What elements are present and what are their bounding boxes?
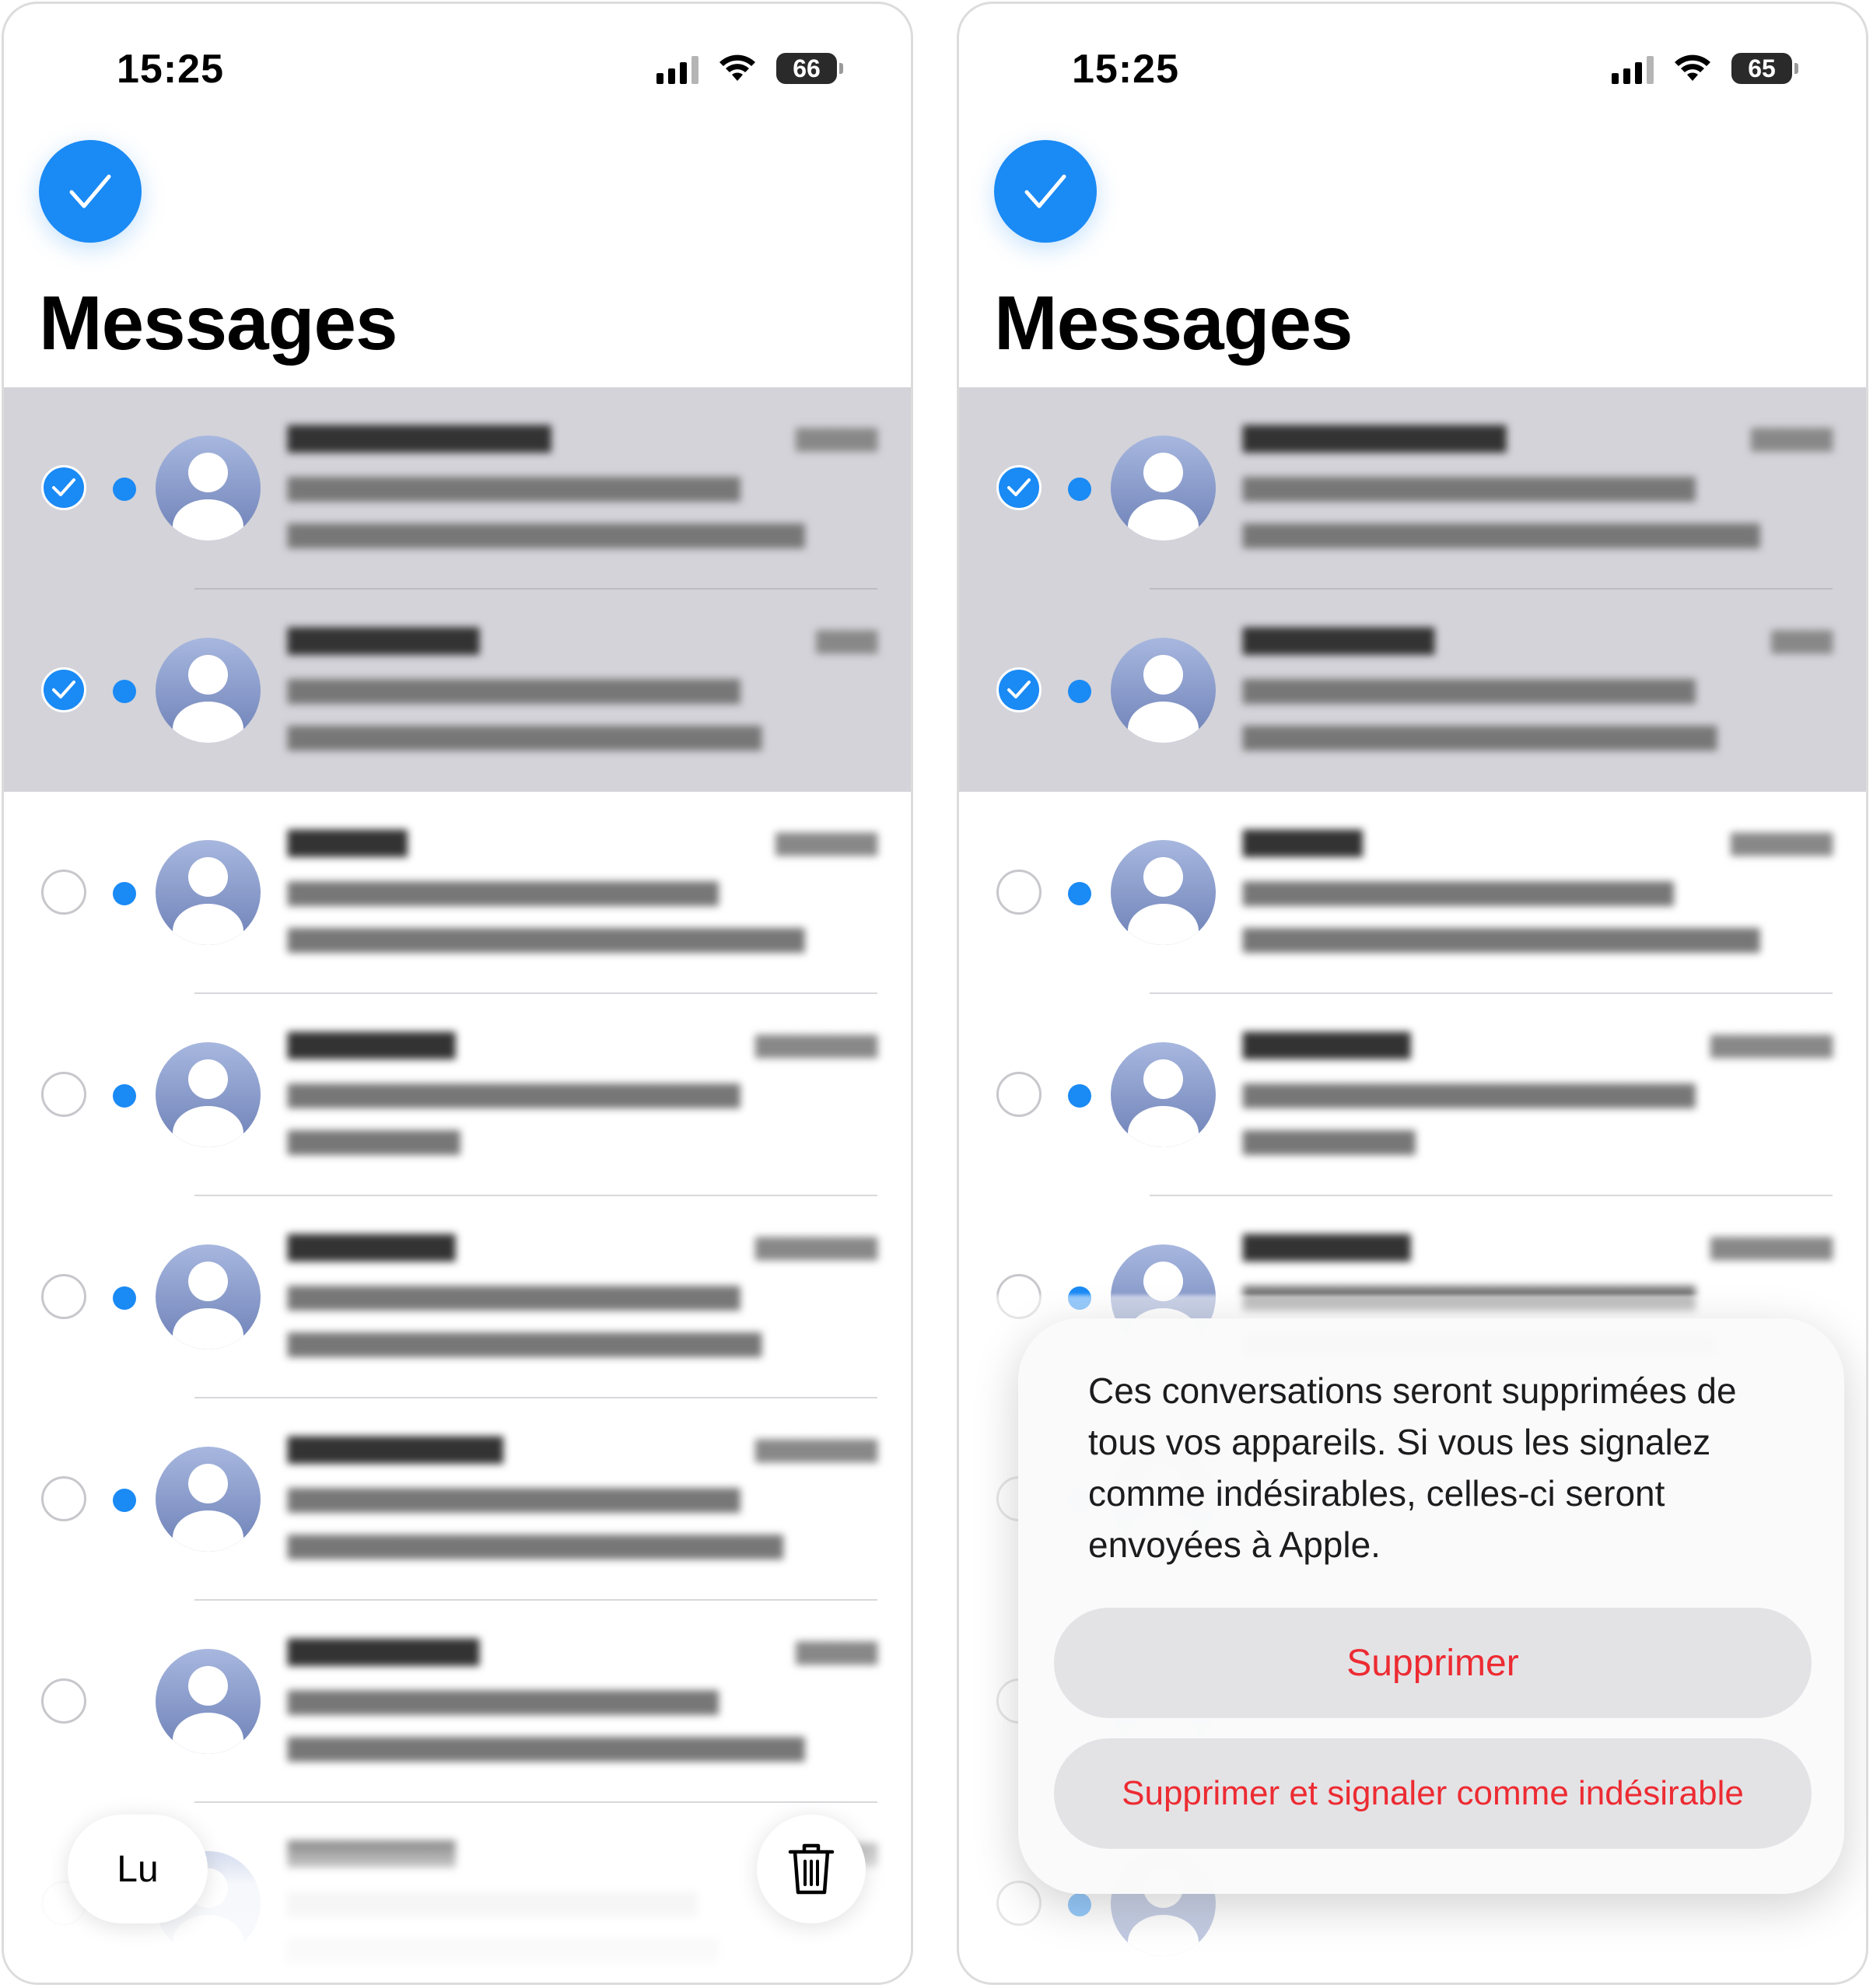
selection-checkbox[interactable] xyxy=(996,667,1042,712)
unread-dot xyxy=(1068,882,1091,905)
checkmark-icon xyxy=(52,478,75,496)
wifi-icon xyxy=(1674,54,1711,82)
unread-dot xyxy=(113,882,136,905)
delete-confirmation-sheet: Ces conversations seront supprimées de t… xyxy=(1018,1318,1844,1894)
status-time: 15:25 xyxy=(1072,47,1179,92)
wifi-icon xyxy=(719,54,756,82)
selection-checkbox[interactable] xyxy=(41,1476,86,1521)
blurred-conversation-content: ▆▆▆▆▆▆▆▆▆▆▆▆▆▆▆▆▆▆▆▆▆▆▆▆▆▆▆▆▆▆▆▆▆▆▆▆▆▆▆▆… xyxy=(288,418,877,548)
selection-checkbox[interactable] xyxy=(41,465,86,510)
person-avatar-icon xyxy=(156,1042,261,1147)
blurred-conversation-content: ▆▆▆▆▆▆▆▆▆▆▆▆▆▆▆▆▆▆▆▆▆▆▆▆▆▆▆▆▆▆▆▆▆▆▆▆▆▆▆▆… xyxy=(1243,822,1833,952)
blurred-conversation-content: ▆▆▆▆▆▆▆▆▆▆▆▆▆▆▆▆▆▆▆▆▆▆▆▆▆▆▆▆▆▆▆▆▆▆▆▆▆▆▆▆… xyxy=(1243,418,1833,548)
checkmark-icon xyxy=(69,174,111,208)
conversation-row[interactable]: ▆▆▆▆▆▆▆▆▆▆▆▆▆▆▆▆▆▆▆▆▆▆▆▆▆▆▆▆▆▆▆▆▆▆▆▆▆▆▆▆… xyxy=(959,994,1866,1196)
status-icons: 66 xyxy=(656,51,843,86)
page-title: Messages xyxy=(39,280,398,366)
person-avatar-icon xyxy=(156,1447,261,1552)
person-avatar-icon xyxy=(156,638,261,743)
person-avatar-icon xyxy=(1111,840,1216,945)
unread-dot xyxy=(113,680,136,703)
delete-and-report-junk-button[interactable]: Supprimer et signaler comme indésirable xyxy=(1054,1738,1812,1849)
blurred-conversation-content: ▆▆▆▆▆▆▆▆▆▆▆▆▆▆▆▆▆▆▆▆▆▆▆▆▆▆▆▆▆▆▆▆▆▆▆▆▆▆▆▆… xyxy=(288,1024,877,1154)
person-avatar-icon xyxy=(1111,1042,1216,1147)
conversation-list: ▆▆▆▆▆▆▆▆▆▆▆ ▆▆▆▆ ▆▆▆▆▆▆▆▆▆▆▆▆▆▆▆▆▆▆▆▆▆ ▆▆▆▆… xyxy=(4,387,911,1983)
person-avatar-icon xyxy=(156,1649,261,1754)
delete-button[interactable] xyxy=(757,1815,866,1923)
checkmark-icon xyxy=(1007,681,1031,698)
person-avatar-icon xyxy=(156,1244,261,1349)
conversation-row[interactable]: ▆▆▆▆▆▆▆▆▆▆▆▆▆▆▆▆▆▆▆▆▆▆▆▆▆▆▆▆▆▆▆▆▆▆▆▆▆▆▆▆… xyxy=(4,1398,911,1601)
selection-checkbox[interactable] xyxy=(996,870,1042,915)
checkmark-icon xyxy=(1007,478,1031,496)
conversation-row[interactable]: ▆▆▆▆▆▆▆▆▆▆▆▆▆▆▆▆▆▆▆▆▆▆▆▆▆▆▆▆▆▆▆▆▆▆▆▆▆▆▆▆… xyxy=(4,792,911,994)
phone-screen-right: 15:25 65 Messages ▆▆▆▆▆▆▆▆▆▆▆ ▆▆▆▆ ▆▆▆▆▆▆▆… xyxy=(957,2,1868,1985)
mark-read-button[interactable]: Lu xyxy=(68,1815,208,1923)
person-avatar-icon xyxy=(1111,436,1216,541)
delete-button[interactable]: Supprimer xyxy=(1054,1608,1812,1718)
blurred-conversation-content: ▆▆▆▆▆▆▆▆▆▆▆▆▆▆▆▆▆▆▆▆▆▆▆▆▆▆▆▆▆▆▆▆▆▆▆▆▆▆▆▆… xyxy=(1243,1024,1833,1154)
selection-checkbox[interactable] xyxy=(41,1678,86,1724)
conversation-row[interactable]: ▆▆▆▆▆▆▆▆▆▆▆▆▆▆▆▆▆▆▆▆▆▆▆▆▆▆▆▆▆▆▆▆▆▆▆▆▆▆▆▆… xyxy=(4,1601,911,1803)
conversation-row[interactable]: ▆▆▆▆▆▆▆▆▆▆▆▆▆▆▆▆▆▆▆▆▆▆▆▆▆▆▆▆▆▆▆▆▆▆▆▆▆▆▆▆… xyxy=(4,590,911,792)
checkmark-icon xyxy=(52,681,75,698)
battery-icon: 65 xyxy=(1731,53,1798,84)
checkmark-icon xyxy=(1024,174,1066,208)
bottom-toolbar: Lu xyxy=(4,1804,911,1983)
phone-screen-left: 15:25 66 Messages ▆▆▆▆▆▆▆▆▆▆▆ ▆▆▆▆ ▆▆▆▆▆▆▆… xyxy=(2,2,913,1985)
unread-dot xyxy=(1068,478,1091,501)
blurred-conversation-content: ▆▆▆▆▆▆▆▆▆▆▆▆▆▆▆▆▆▆▆▆▆▆▆▆▆▆▆▆▆▆▆▆▆▆▆▆▆▆▆▆… xyxy=(288,620,877,750)
conversation-row[interactable]: ▆▆▆▆▆▆▆▆▆▆▆▆▆▆▆▆▆▆▆▆▆▆▆▆▆▆▆▆▆▆▆▆▆▆▆▆▆▆▆▆… xyxy=(4,994,911,1196)
trash-icon xyxy=(788,1843,835,1895)
person-avatar-icon xyxy=(156,436,261,541)
person-avatar-icon xyxy=(156,840,261,945)
page-title: Messages xyxy=(994,280,1353,366)
unread-dot xyxy=(113,1489,136,1512)
conversation-row[interactable]: ▆▆▆▆▆▆▆▆▆▆▆▆▆▆▆▆▆▆▆▆▆▆▆▆▆▆▆▆▆▆▆▆▆▆▆▆▆▆▆▆… xyxy=(4,1196,911,1398)
conversation-row[interactable]: ▆▆▆▆▆▆▆▆▆▆▆▆▆▆▆▆▆▆▆▆▆▆▆▆▆▆▆▆▆▆▆▆▆▆▆▆▆▆▆▆… xyxy=(4,387,911,590)
unread-dot xyxy=(1068,1084,1091,1108)
unread-dot xyxy=(1068,680,1091,703)
select-all-button[interactable] xyxy=(39,140,142,243)
battery-icon: 66 xyxy=(776,53,843,84)
signal-icon xyxy=(656,53,698,84)
blurred-conversation-content: ▆▆▆▆▆▆▆▆▆▆▆▆▆▆▆▆▆▆▆▆▆▆▆▆▆▆▆▆▆▆▆▆▆▆▆▆▆▆▆▆… xyxy=(288,822,877,952)
status-icons: 65 xyxy=(1612,51,1798,86)
signal-icon xyxy=(1612,53,1654,84)
conversation-row[interactable]: ▆▆▆▆▆▆▆▆▆▆▆▆▆▆▆▆▆▆▆▆▆▆▆▆▆▆▆▆▆▆▆▆▆▆▆▆▆▆▆▆… xyxy=(959,387,1866,590)
blurred-conversation-content: ▆▆▆▆▆▆▆▆▆▆▆▆▆▆▆▆▆▆▆▆▆▆▆▆▆▆▆▆▆▆▆▆▆▆▆▆▆▆▆▆… xyxy=(1243,620,1833,750)
confirmation-message: Ces conversations seront supprimées de t… xyxy=(1088,1370,1737,1565)
unread-dot xyxy=(113,478,136,501)
conversation-row[interactable]: ▆▆▆▆▆▆▆▆▆▆▆▆▆▆▆▆▆▆▆▆▆▆▆▆▆▆▆▆▆▆▆▆▆▆▆▆▆▆▆▆… xyxy=(959,590,1866,792)
blurred-conversation-content: ▆▆▆▆▆▆▆▆▆▆▆▆▆▆▆▆▆▆▆▆▆▆▆▆▆▆▆▆▆▆▆▆▆▆▆▆▆▆▆▆… xyxy=(288,1429,877,1559)
person-avatar-icon xyxy=(1111,638,1216,743)
conversation-row[interactable]: ▆▆▆▆▆▆▆▆▆▆▆▆▆▆▆▆▆▆▆▆▆▆▆▆▆▆▆▆▆▆▆▆▆▆▆▆▆▆▆▆… xyxy=(959,792,1866,994)
selection-checkbox[interactable] xyxy=(41,667,86,712)
selection-checkbox[interactable] xyxy=(41,870,86,915)
selection-checkbox[interactable] xyxy=(41,1274,86,1319)
selection-checkbox[interactable] xyxy=(996,1072,1042,1117)
unread-dot xyxy=(113,1084,136,1108)
select-all-button[interactable] xyxy=(994,140,1097,243)
blurred-conversation-content: ▆▆▆▆▆▆▆▆▆▆▆▆▆▆▆▆▆▆▆▆▆▆▆▆▆▆▆▆▆▆▆▆▆▆▆▆▆▆▆▆… xyxy=(288,1631,877,1761)
unread-dot xyxy=(113,1286,136,1310)
selection-checkbox[interactable] xyxy=(41,1072,86,1117)
status-time: 15:25 xyxy=(117,47,224,92)
blurred-conversation-content: ▆▆▆▆▆▆▆▆▆▆▆▆▆▆▆▆▆▆▆▆▆▆▆▆▆▆▆▆▆▆▆▆▆▆▆▆▆▆▆▆… xyxy=(288,1227,877,1356)
selection-checkbox[interactable] xyxy=(996,465,1042,510)
